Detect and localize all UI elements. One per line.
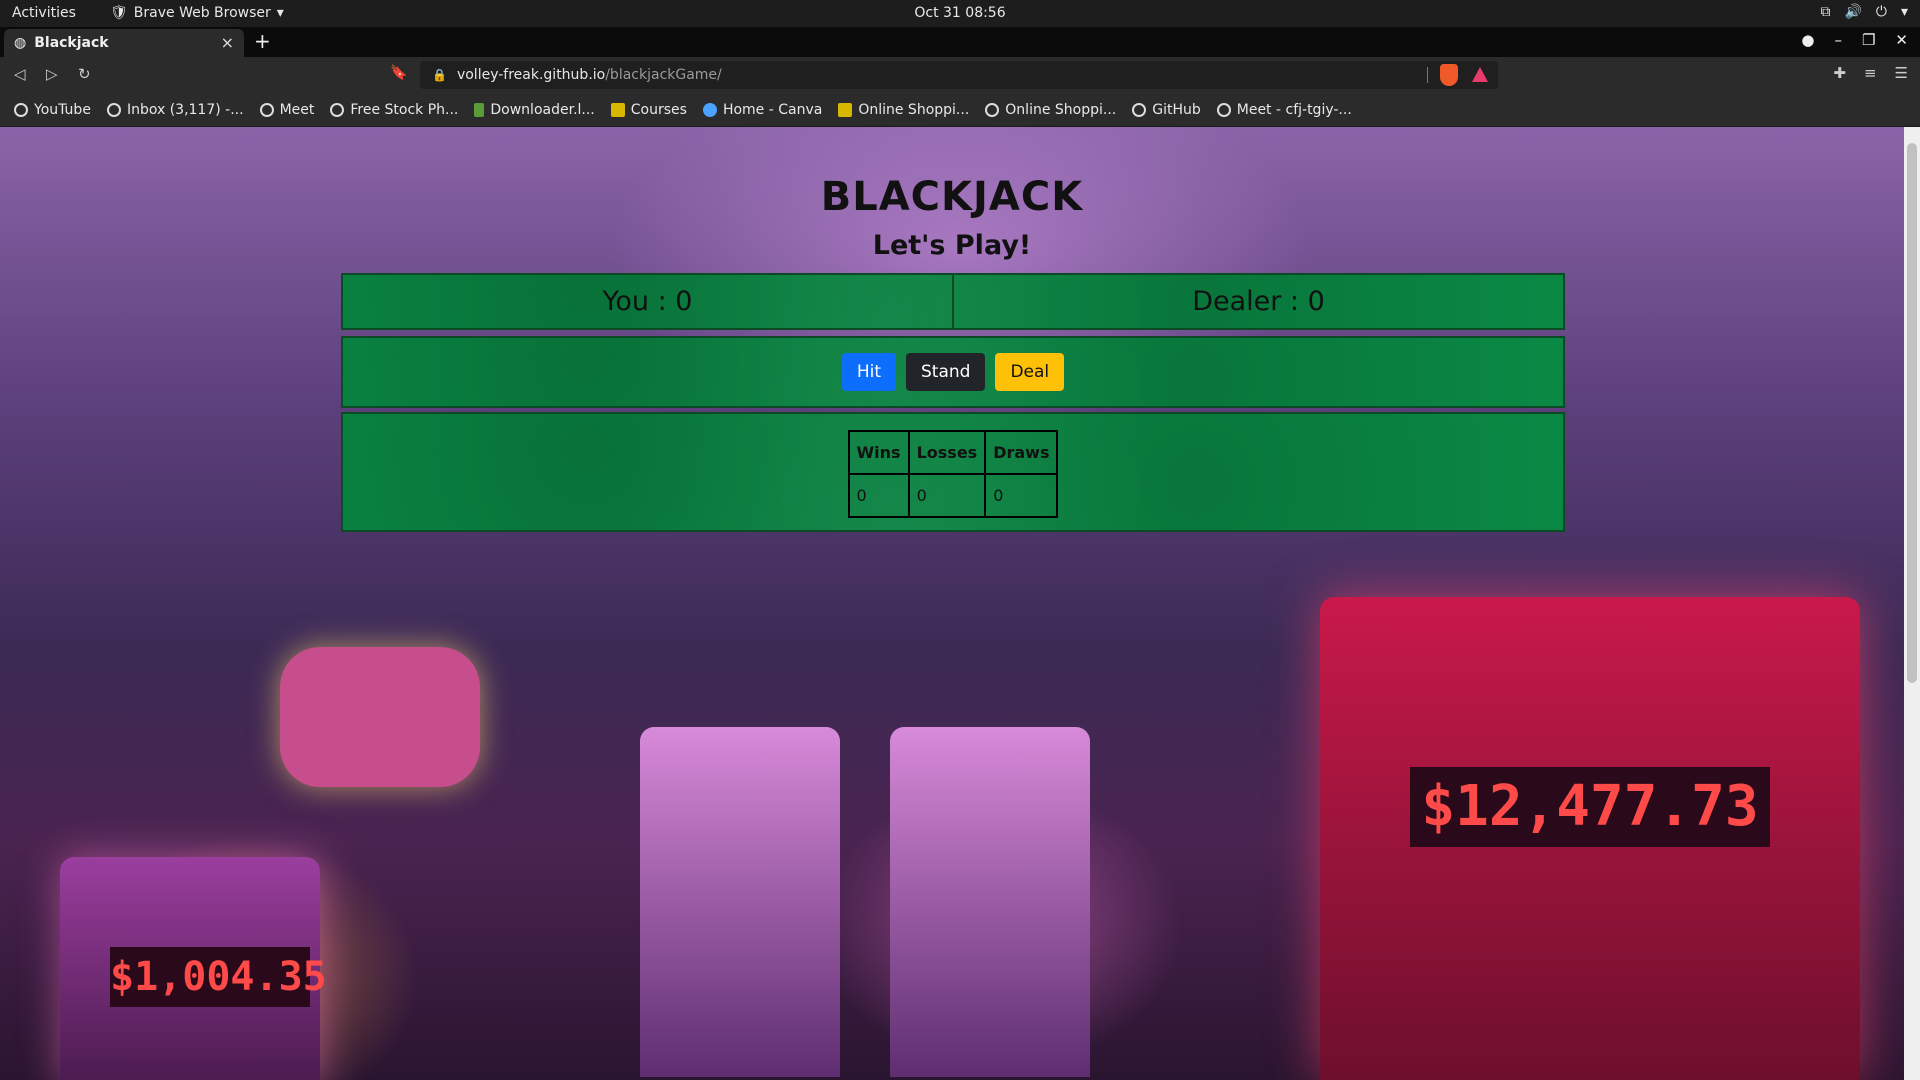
dealer-score: Dealer : 0 <box>952 275 1563 328</box>
losses-value: 0 <box>907 473 987 518</box>
maximize-icon[interactable]: ❐ <box>1862 31 1875 49</box>
chevron-down-icon[interactable]: ▾ <box>1901 4 1908 20</box>
bookmark-canva[interactable]: Home - Canva <box>702 102 822 118</box>
bookmark-free-stock[interactable]: Free Stock Ph... <box>330 102 458 118</box>
slot-machine-center-left <box>640 727 840 1077</box>
new-tab-button[interactable]: + <box>254 29 271 53</box>
bookmark-downloader[interactable]: Downloader.l... <box>474 102 595 118</box>
system-tray[interactable]: ⧉ 🔊 ⏻ ▾ <box>1820 4 1908 20</box>
download-icon <box>474 102 485 117</box>
close-icon[interactable]: × <box>221 33 234 52</box>
stats-panel: Wins Losses Draws 0 0 0 <box>341 412 1565 532</box>
tab-strip: ◍ Blackjack × + ● – ❐ ✕ <box>0 27 1920 57</box>
brave-lion-icon: 🛡 <box>110 5 128 21</box>
hit-button[interactable]: Hit <box>841 353 896 391</box>
bookmark-online-shopping-2[interactable]: Online Shoppi... <box>985 102 1116 118</box>
window-controls: ● – ❐ ✕ <box>1801 31 1908 49</box>
globe-icon <box>1216 102 1231 117</box>
slot-machine-center-right <box>890 727 1090 1077</box>
toolbar-right: ✚ ≡ ☰ <box>1833 64 1908 82</box>
back-icon[interactable]: ◁ <box>14 65 26 83</box>
player-score: You : 0 <box>602 286 693 317</box>
clock-container: Oct 31 08:56 <box>0 5 1920 21</box>
page-title: BLACKJACK <box>820 174 1084 220</box>
scrollbar-thumb[interactable] <box>1907 143 1917 683</box>
page-scrollbar[interactable] <box>1904 127 1920 1080</box>
bookmark-github[interactable]: GitHub <box>1132 102 1201 118</box>
url-path: /blackjackGame/ <box>605 67 722 83</box>
chevron-down-icon: ▾ <box>276 5 284 21</box>
address-bar[interactable]: 🔒 volley-freak.github.io/blackjackGame/ <box>420 61 1498 89</box>
wins-header: Wins <box>847 430 910 475</box>
score-board: You : 0 Dealer : 0 <box>341 273 1565 330</box>
app-menu[interactable]: 🛡 Brave Web Browser ▾ <box>110 5 284 21</box>
losses-header: Losses <box>907 430 987 475</box>
brave-shields-icon[interactable] <box>1440 64 1458 86</box>
power-icon[interactable]: ⏻ <box>1876 4 1887 20</box>
page-subtitle: Let's Play! <box>872 230 1032 261</box>
bookmarks-bar: YouTube Inbox (3,117) -... Meet Free Sto… <box>0 93 1920 127</box>
address-divider <box>1427 67 1428 83</box>
network-icon[interactable]: ⧉ <box>1820 4 1830 20</box>
courses-icon <box>610 102 625 117</box>
navigation-bar: ◁ ▷ ↻ 🔖 🔒 volley-freak.github.io/blackja… <box>0 57 1920 93</box>
bookmark-online-shopping-1[interactable]: Online Shoppi... <box>838 102 969 118</box>
slot-sign <box>280 647 480 787</box>
close-window-icon[interactable]: ✕ <box>1895 31 1908 49</box>
page-viewport: $1,004.35 $12,477.73 BLACKJACK Let's Pla… <box>0 127 1904 1080</box>
deal-button[interactable]: Deal <box>995 353 1065 391</box>
activities-button[interactable]: Activities <box>12 5 76 21</box>
bookmark-meet-call[interactable]: Meet - cfj-tgiy-... <box>1216 102 1352 118</box>
bookmark-courses[interactable]: Courses <box>610 102 687 118</box>
globe-icon <box>14 102 28 117</box>
menu-icon[interactable]: ☰ <box>1895 64 1908 82</box>
stats-value-row: 0 0 0 <box>847 473 1059 518</box>
brave-rewards-icon[interactable] <box>1472 67 1488 82</box>
slot-machine-right: $12,477.73 <box>1320 597 1860 1080</box>
tab-blackjack[interactable]: ◍ Blackjack × <box>4 29 244 57</box>
minimize-icon[interactable]: – <box>1834 31 1842 49</box>
extensions-icon[interactable]: ✚ <box>1833 64 1846 82</box>
globe-icon <box>330 102 345 117</box>
globe-icon: ◍ <box>14 35 27 51</box>
lock-icon[interactable]: 🔒 <box>432 68 447 82</box>
url-host: volley-freak.github.io <box>456 67 606 83</box>
reload-icon[interactable]: ↻ <box>78 65 91 83</box>
globe-icon <box>985 102 1000 117</box>
wins-value: 0 <box>847 473 910 518</box>
globe-icon <box>1132 102 1147 117</box>
system-top-bar: Activities 🛡 Brave Web Browser ▾ Oct 31 … <box>0 0 1920 27</box>
shopping-icon <box>838 102 853 117</box>
bookmark-meet[interactable]: Meet <box>259 102 314 118</box>
bookmark-youtube[interactable]: YouTube <box>14 102 91 118</box>
stats-header-row: Wins Losses Draws <box>847 430 1059 475</box>
slot-display-left: $1,004.35 <box>110 947 327 1007</box>
canva-icon <box>702 102 717 117</box>
tab-title: Blackjack <box>34 35 109 51</box>
globe-icon <box>259 102 274 117</box>
bookmark-page-icon[interactable]: 🔖 <box>390 65 407 81</box>
bookmark-inbox[interactable]: Inbox (3,117) -... <box>106 102 244 118</box>
slot-machine-left: $1,004.35 <box>60 857 327 1080</box>
action-buttons: Hit Stand Deal <box>341 336 1565 408</box>
volume-icon[interactable]: 🔊 <box>1844 4 1861 20</box>
draws-value: 0 <box>984 473 1059 518</box>
globe-icon <box>106 102 121 117</box>
clock[interactable]: Oct 31 08:56 <box>914 5 1005 21</box>
brave-menu-icon[interactable]: ● <box>1801 31 1814 49</box>
stand-button[interactable]: Stand <box>906 353 986 391</box>
stats-table: Wins Losses Draws 0 0 0 <box>847 430 1059 518</box>
draws-header: Draws <box>984 430 1059 475</box>
forward-icon[interactable]: ▷ <box>46 65 58 83</box>
app-menu-label: Brave Web Browser <box>133 5 271 21</box>
slot-display-right: $12,477.73 <box>1410 767 1770 847</box>
playlist-icon[interactable]: ≡ <box>1864 64 1877 82</box>
